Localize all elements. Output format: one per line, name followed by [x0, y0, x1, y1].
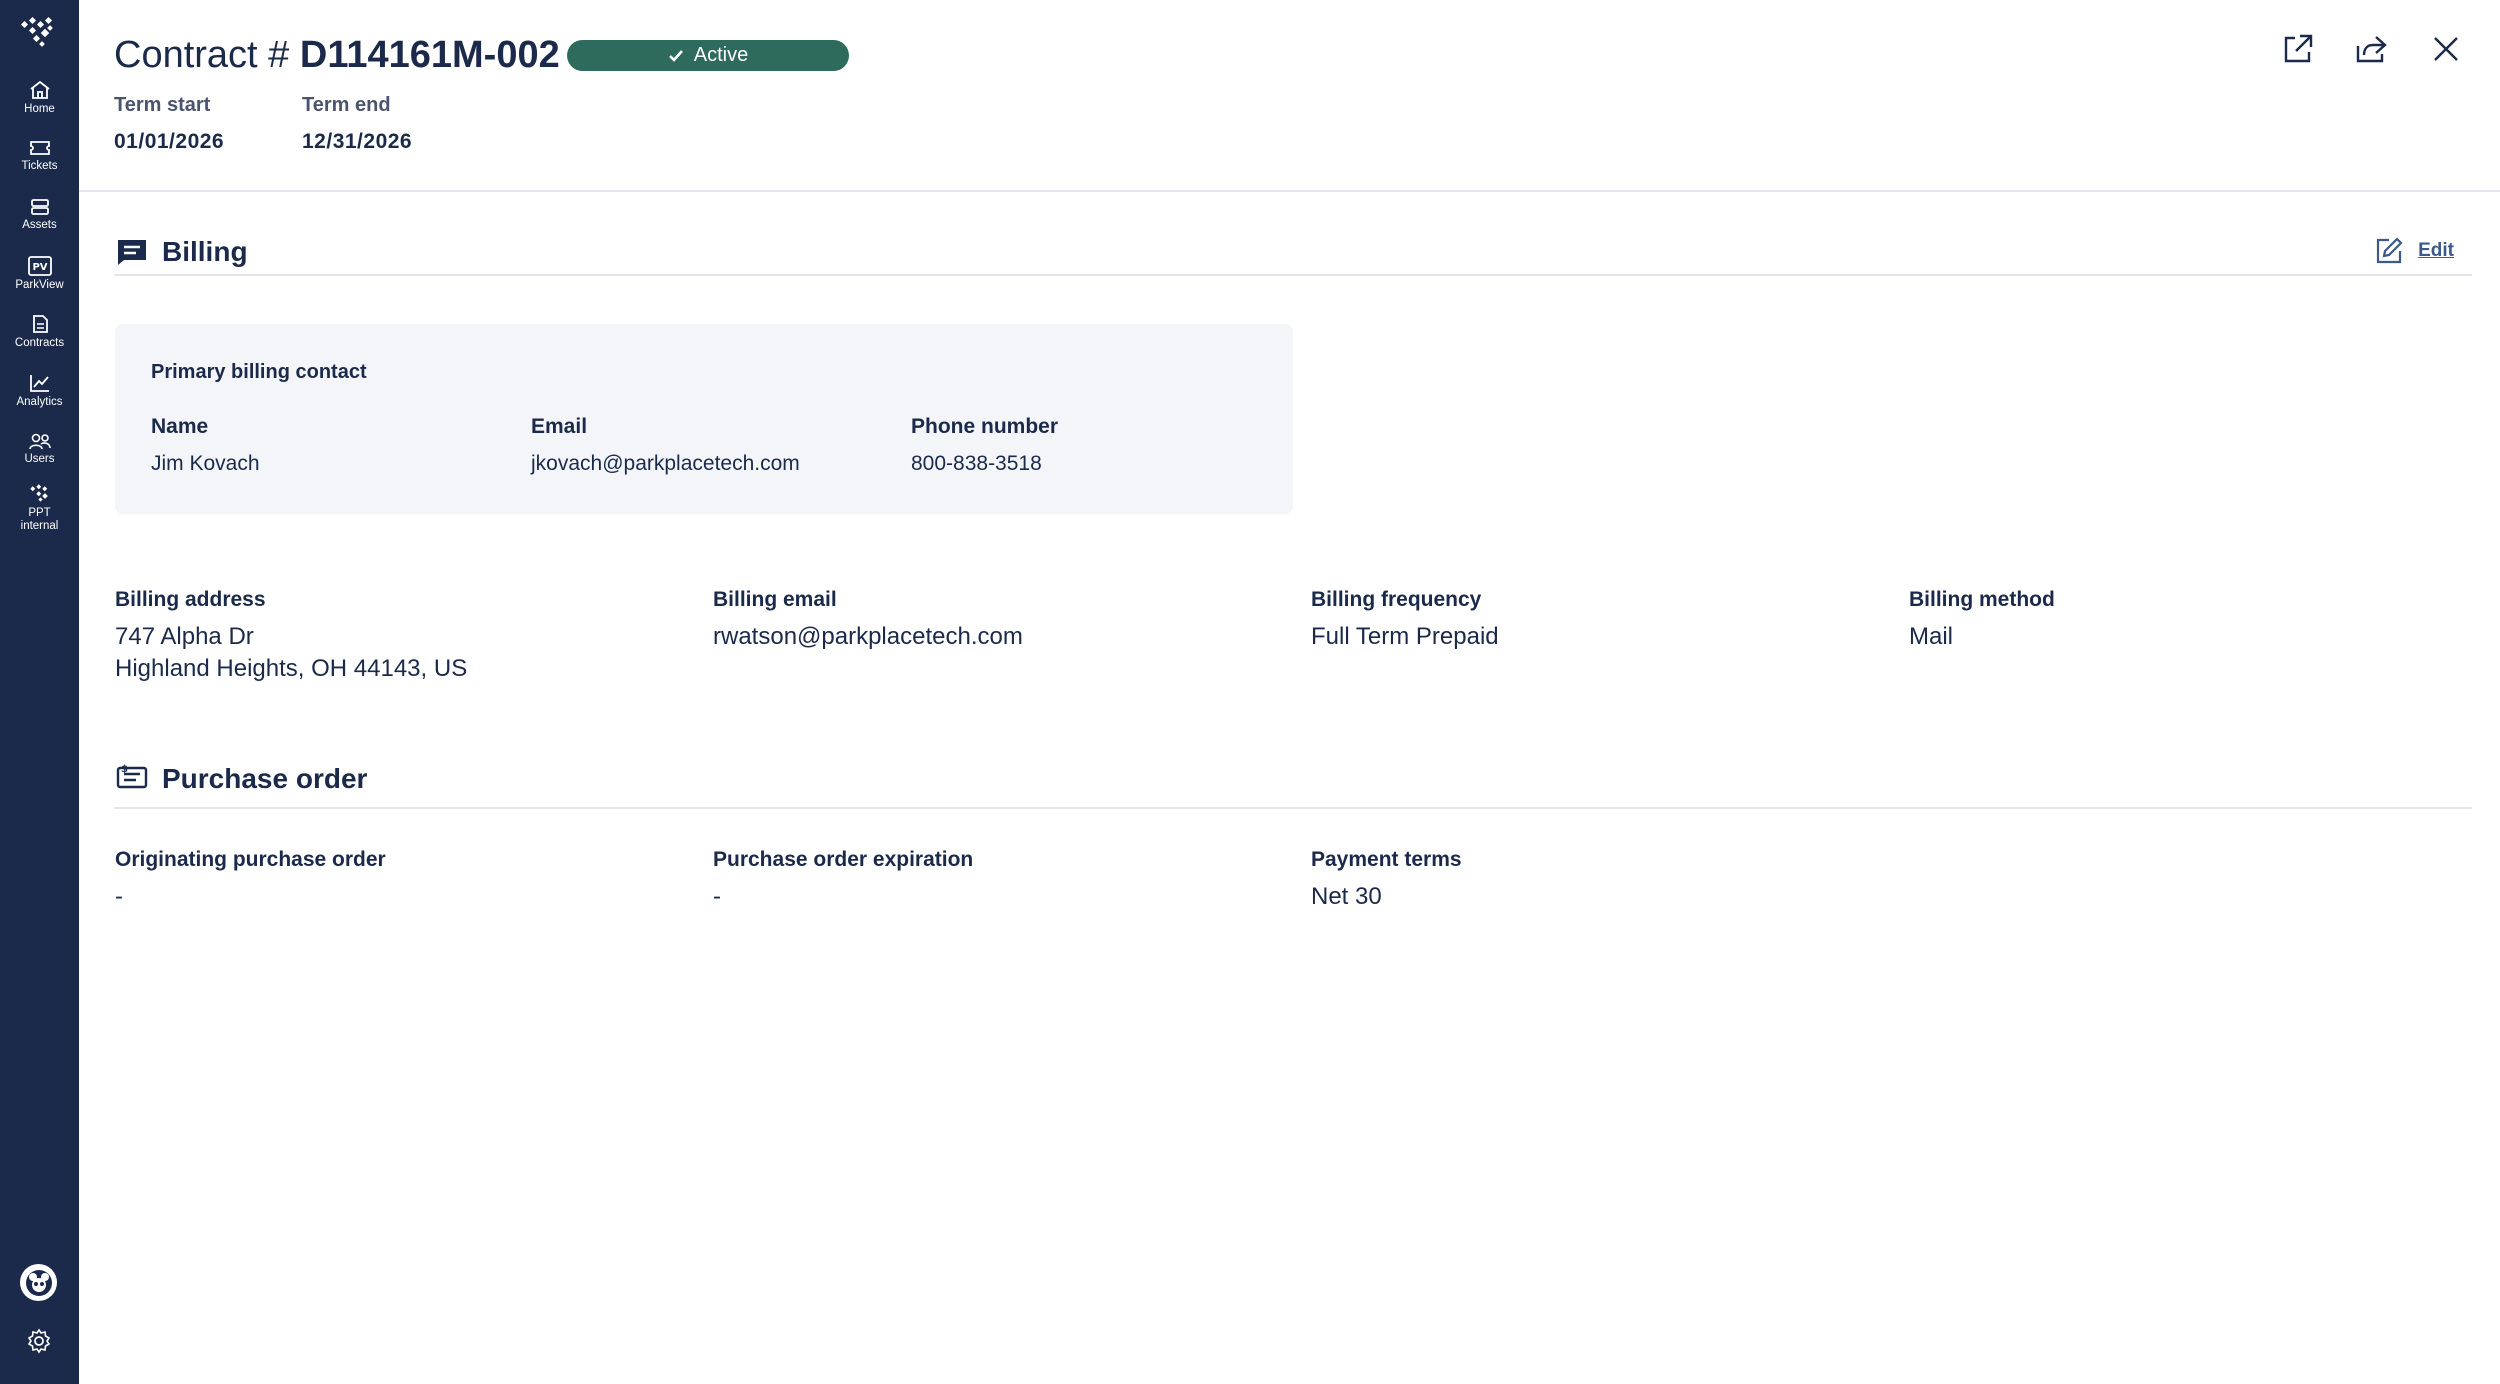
billing-email: Billing email rwatson@parkplacetech.com — [713, 587, 1023, 653]
status-badge: Active — [567, 40, 849, 71]
contact-name-label: Name — [151, 415, 209, 438]
sidebar-item-label: Analytics — [16, 396, 63, 408]
sidebar-item-home[interactable]: Home — [0, 80, 79, 116]
chart-icon — [29, 375, 49, 392]
billing-method: Billing method Mail — [1909, 587, 2055, 653]
term-start-value: 01/01/2026 — [114, 130, 225, 153]
contact-phone-value: 800-838-3518 — [911, 452, 1042, 475]
avatar-icon — [25, 1269, 52, 1296]
sidebar-item-label: Tickets — [21, 160, 58, 172]
billing-email-value: rwatson@parkplacetech.com — [713, 623, 1023, 650]
term-start-label: Term start — [114, 94, 211, 116]
close-icon[interactable] — [2429, 32, 2463, 66]
term-end-label: Term end — [302, 94, 391, 116]
contact-name: Name Jim Kovach — [151, 414, 260, 478]
sidebar-item-assets[interactable]: Assets — [0, 198, 79, 232]
sidebar-item-label: Users — [24, 453, 55, 465]
purchase-order-expiration: Purchase order expiration - — [713, 847, 973, 913]
sidebar: Home Tickets Assets PV ParkView Contract… — [0, 0, 79, 1384]
users-icon — [28, 433, 51, 450]
sidebar-item-label: PPT internal — [20, 507, 59, 532]
sidebar-item-analytics[interactable]: Analytics — [0, 373, 79, 409]
contact-email: Email jkovach@parkplacetech.com — [531, 414, 800, 478]
primary-billing-contact-card: Primary billing contact Name Jim Kovach … — [115, 324, 1293, 514]
svg-text:PV: PV — [32, 262, 47, 273]
status-label: Active — [693, 44, 749, 66]
contract-header: Contract # D114161M-002 Active Term star… — [79, 0, 2500, 192]
purchase-order-title: Purchase order — [162, 763, 368, 794]
billing-frequency-label: Billing frequency — [1311, 588, 1482, 611]
gear-icon[interactable] — [26, 1328, 52, 1354]
billing-address-label: Billing address — [115, 588, 266, 611]
sidebar-item-label: Home — [24, 103, 55, 115]
card-title: Primary billing contact — [151, 361, 367, 383]
billing-title: Billing — [162, 236, 248, 267]
po-expiration-value: - — [713, 883, 721, 910]
sidebar-item-users[interactable]: Users — [0, 432, 79, 466]
avatar[interactable] — [20, 1264, 57, 1301]
ppt-logo-icon[interactable] — [20, 16, 58, 50]
contact-phone: Phone number 800-838-3518 — [911, 414, 1058, 478]
originating-po-label: Originating purchase order — [115, 848, 386, 871]
billing-address: Billing address 747 Alpha Dr Highland He… — [115, 587, 467, 685]
po-expiration-label: Purchase order expiration — [713, 848, 974, 871]
sidebar-item-label: Contracts — [14, 337, 65, 349]
document-icon — [32, 315, 48, 333]
share-icon[interactable] — [2354, 32, 2388, 66]
home-icon — [29, 80, 50, 99]
sidebar-item-tickets[interactable]: Tickets — [0, 139, 79, 173]
sidebar-item-parkview[interactable]: PV ParkView — [0, 256, 79, 292]
contact-phone-label: Phone number — [911, 415, 1059, 438]
billing-frequency: Billing frequency Full Term Prepaid — [1311, 587, 1499, 653]
sidebar-item-label: ParkView — [15, 279, 64, 291]
sidebar-item-ppt-internal[interactable]: PPT internal — [0, 484, 79, 533]
edit-label: Edit — [2418, 240, 2454, 261]
billing-section-header: Billing Edit — [114, 234, 2472, 276]
term-start: Term start 01/01/2026 — [114, 92, 224, 156]
server-icon — [30, 199, 49, 215]
ticket-icon — [29, 141, 50, 155]
contact-email-label: Email — [531, 415, 588, 438]
sidebar-item-label: Assets — [22, 219, 57, 231]
billing-email-label: Billing email — [713, 588, 837, 611]
billing-address-line1: 747 Alpha Dr — [115, 623, 254, 650]
contact-email-value: jkovach@parkplacetech.com — [531, 452, 800, 475]
check-icon — [668, 49, 683, 62]
term-end-value: 12/31/2026 — [302, 130, 413, 153]
billing-method-label: Billing method — [1909, 588, 2055, 611]
payment-terms-value: Net 30 — [1311, 883, 1382, 910]
payment-terms-label: Payment terms — [1311, 848, 1462, 871]
billing-method-value: Mail — [1909, 623, 1954, 650]
pv-icon: PV — [27, 256, 52, 276]
billing-frequency-value: Full Term Prepaid — [1311, 623, 1499, 650]
purchase-order-section-header: $ Purchase order — [114, 759, 2472, 809]
contract-number: D114161M-002 — [299, 34, 560, 76]
billing-icon — [118, 240, 146, 265]
payment-terms: Payment terms Net 30 — [1311, 847, 1462, 913]
edit-icon — [2377, 237, 2403, 264]
open-external-icon[interactable] — [2281, 32, 2315, 66]
originating-purchase-order: Originating purchase order - — [115, 847, 386, 913]
ppt-logo-icon — [29, 484, 48, 502]
title-prefix: Contract # — [114, 34, 300, 76]
contact-name-value: Jim Kovach — [151, 452, 260, 475]
purchase-order-icon: $ — [116, 764, 148, 789]
svg-text:$: $ — [121, 764, 128, 775]
originating-po-value: - — [115, 883, 123, 910]
sidebar-item-contracts[interactable]: Contracts — [0, 314, 79, 350]
term-end: Term end 12/31/2026 — [302, 92, 412, 156]
billing-address-line2: Highland Heights, OH 44143, US — [115, 655, 468, 682]
edit-billing-button[interactable]: Edit — [2374, 236, 2454, 266]
page-title: Contract # D114161M-002 — [114, 30, 560, 80]
